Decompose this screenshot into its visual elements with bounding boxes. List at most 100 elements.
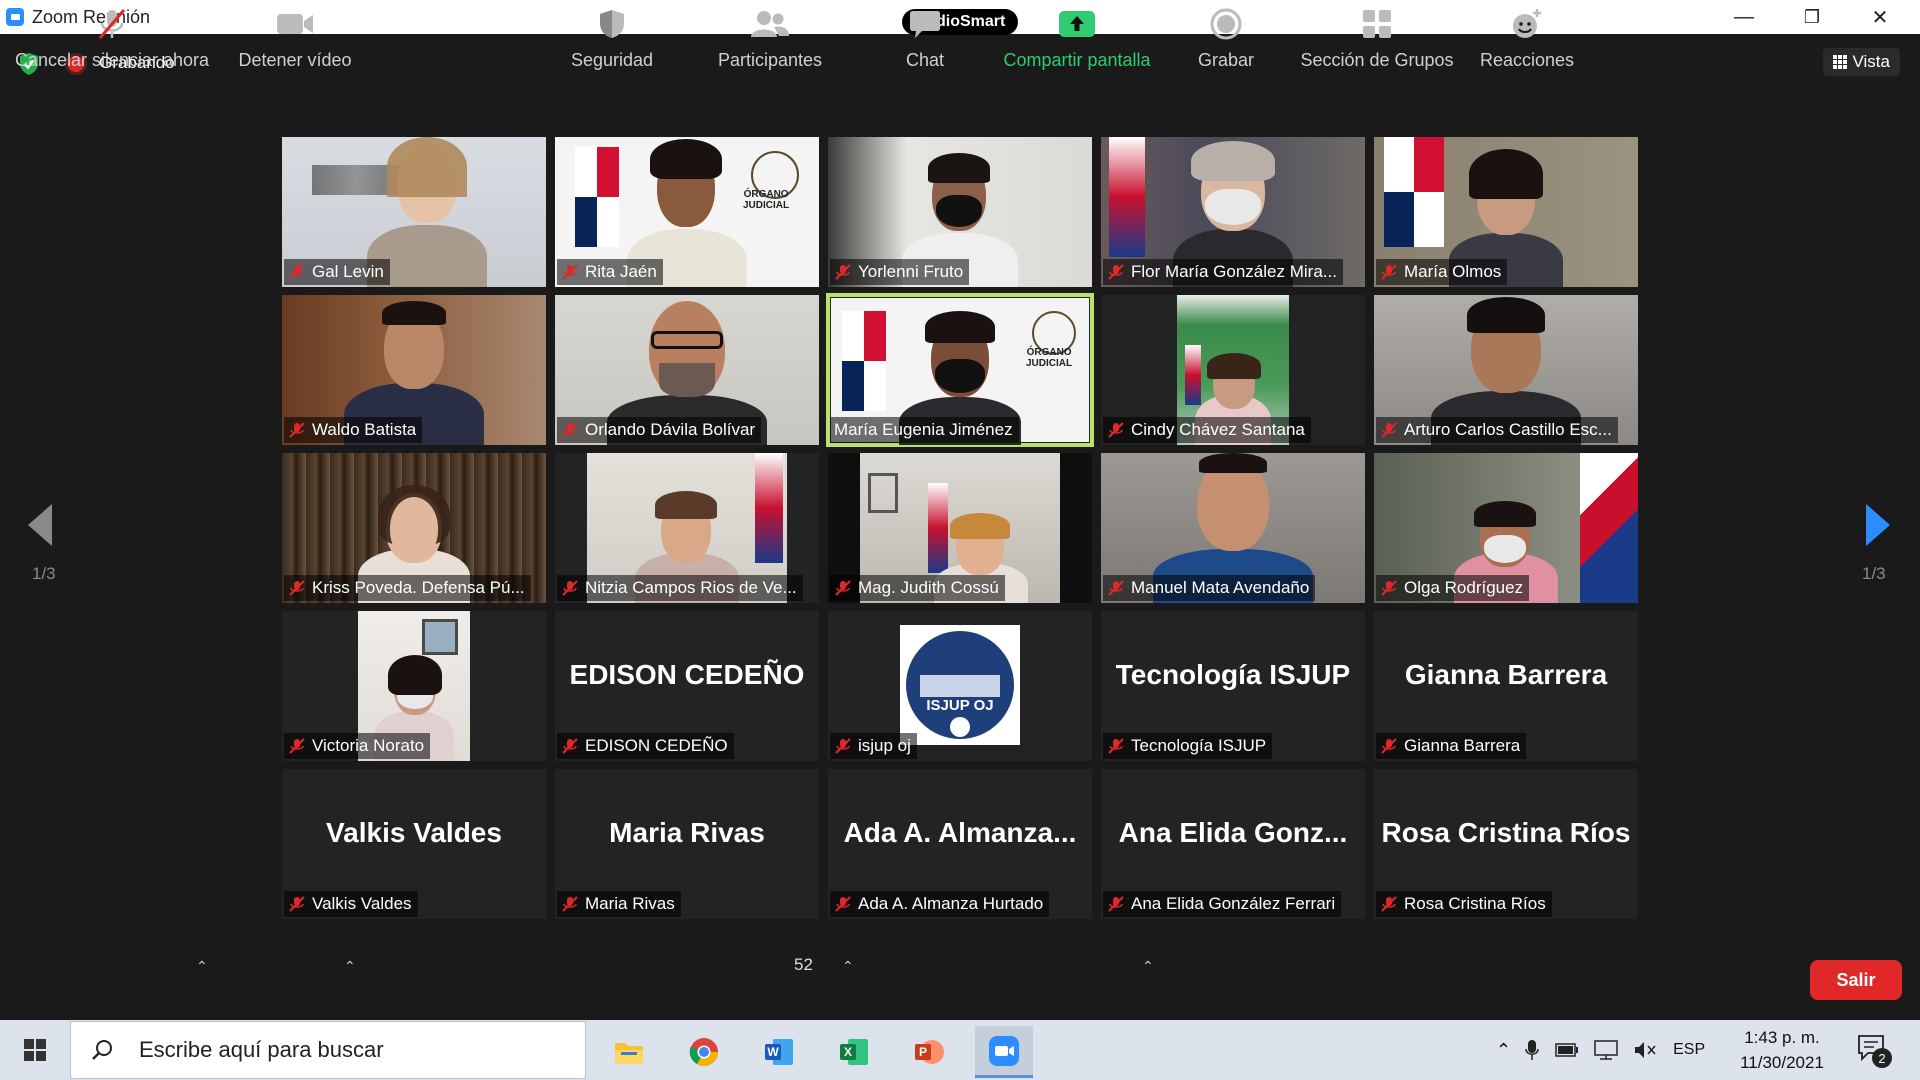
participants-options-chevron-up-icon[interactable]: ⌃ bbox=[842, 958, 854, 975]
share-options-chevron-up-icon[interactable]: ⌃ bbox=[1142, 958, 1154, 975]
audio-options-chevron-up-icon[interactable]: ⌃ bbox=[196, 958, 208, 975]
show-hidden-icons-chevron-up-icon[interactable]: ⌃ bbox=[1496, 1040, 1511, 1061]
participant-display-name: Rosa Cristina Ríos bbox=[1381, 817, 1631, 848]
muted-mic-icon bbox=[835, 264, 851, 280]
taskbar-word[interactable]: W bbox=[750, 1026, 808, 1078]
chrome-icon bbox=[689, 1038, 718, 1066]
video-tile[interactable]: Flor María González Mira... bbox=[1101, 137, 1365, 287]
participant-display-name: Ana Elida Gonz... bbox=[1118, 817, 1348, 848]
leave-meeting-button[interactable]: Salir bbox=[1810, 960, 1902, 1000]
video-tile[interactable]: Orlando Dávila Bolívar bbox=[555, 295, 819, 445]
video-tile[interactable]: Waldo Batista bbox=[282, 295, 546, 445]
muted-mic-icon bbox=[1381, 738, 1397, 754]
video-options-chevron-up-icon[interactable]: ⌃ bbox=[344, 958, 356, 975]
chat-button[interactable]: Chat bbox=[880, 0, 970, 84]
record-label: Grabar bbox=[1197, 50, 1255, 70]
chat-bubble-icon bbox=[910, 11, 940, 38]
participants-button[interactable]: Participantes bbox=[710, 0, 830, 84]
record-button[interactable]: Grabar bbox=[1190, 0, 1262, 84]
unmute-button[interactable]: Cancelar silenciar ahora bbox=[12, 0, 212, 84]
previous-page-arrow-icon[interactable] bbox=[28, 504, 52, 546]
video-tile[interactable]: Manuel Mata Avendaño bbox=[1101, 453, 1365, 603]
video-tile[interactable]: Arturo Carlos Castillo Esc... bbox=[1374, 295, 1638, 445]
notification-center-button[interactable]: 2 bbox=[1856, 1034, 1892, 1068]
close-button[interactable]: ✕ bbox=[1846, 0, 1914, 34]
minimize-button[interactable]: — bbox=[1710, 0, 1778, 34]
breakout-rooms-label: Sección de Grupos bbox=[1300, 50, 1454, 70]
view-button[interactable]: Vista bbox=[1822, 48, 1900, 76]
taskbar-file-explorer[interactable] bbox=[600, 1026, 658, 1078]
participant-name: Orlando Dávila Bolívar bbox=[585, 420, 756, 439]
muted-mic-icon bbox=[562, 422, 578, 438]
isjup-logo-icon: ISJUP OJ bbox=[900, 625, 1020, 745]
clock-date: 11/30/2021 bbox=[1740, 1053, 1824, 1072]
taskbar-clock[interactable]: 1:43 p. m. 11/30/2021 bbox=[1738, 1025, 1826, 1075]
participant-name: EDISON CEDEÑO bbox=[585, 736, 728, 755]
muted-mic-icon bbox=[1108, 422, 1124, 438]
microphone-tray-icon[interactable] bbox=[1525, 1039, 1539, 1061]
reactions-button[interactable]: Reacciones bbox=[1476, 0, 1578, 84]
participants-count: 52 bbox=[794, 955, 813, 974]
participant-name: Arturo Carlos Castillo Esc... bbox=[1404, 420, 1612, 439]
start-button[interactable] bbox=[0, 1020, 70, 1080]
video-tile[interactable]: Yorlenni Fruto bbox=[828, 137, 1092, 287]
video-tile[interactable]: Olga Rodríguez bbox=[1374, 453, 1638, 603]
video-tile[interactable]: Kriss Poveda. Defensa Pú... bbox=[282, 453, 546, 603]
taskbar-powerpoint[interactable]: P bbox=[900, 1026, 958, 1078]
participant-name: isjup oj bbox=[858, 736, 911, 755]
stop-video-label: Detener vídeo bbox=[238, 50, 352, 70]
muted-mic-icon bbox=[289, 580, 305, 596]
volume-muted-icon[interactable] bbox=[1633, 1040, 1657, 1060]
taskbar-search-input[interactable]: Escribe aquí para buscar bbox=[70, 1021, 586, 1079]
participant-name: Gianna Barrera bbox=[1404, 736, 1521, 755]
word-icon: W bbox=[765, 1039, 793, 1065]
video-tile[interactable]: ISJUP OJ isjup oj bbox=[828, 611, 1092, 761]
restore-button[interactable]: ❐ bbox=[1778, 0, 1846, 34]
breakout-rooms-button[interactable]: Sección de Grupos bbox=[1296, 0, 1458, 84]
video-tile[interactable]: Mag. Judith Cossú bbox=[828, 453, 1092, 603]
taskbar-chrome[interactable] bbox=[675, 1026, 733, 1078]
security-button[interactable]: Seguridad bbox=[560, 0, 664, 84]
input-language[interactable]: ESP bbox=[1673, 1041, 1705, 1059]
video-tile[interactable]: Ana Elida Gonz... Ana Elida González Fer… bbox=[1101, 769, 1365, 919]
reactions-smiley-icon bbox=[1513, 9, 1541, 38]
participant-name: Gal Levin bbox=[312, 262, 384, 281]
search-icon bbox=[92, 1040, 112, 1060]
taskbar-zoom[interactable] bbox=[975, 1026, 1033, 1078]
video-tile[interactable]: Nitzia Campos Rios de Ve... bbox=[555, 453, 819, 603]
video-tile[interactable]: Victoria Norato bbox=[282, 611, 546, 761]
next-page-arrow-icon[interactable] bbox=[1866, 504, 1890, 546]
taskbar-excel[interactable]: X bbox=[825, 1026, 883, 1078]
participant-name: Victoria Norato bbox=[312, 736, 425, 755]
battery-icon[interactable] bbox=[1555, 1043, 1579, 1057]
video-tile[interactable]: Tecnología ISJUP Tecnología ISJUP bbox=[1101, 611, 1365, 761]
video-tile[interactable]: Valkis Valdes Valkis Valdes bbox=[282, 769, 546, 919]
muted-mic-icon bbox=[1381, 580, 1397, 596]
video-tile[interactable]: Maria Rivas Maria Rivas bbox=[555, 769, 819, 919]
grid-view-icon bbox=[1832, 55, 1847, 69]
stop-video-button[interactable]: Detener vídeo bbox=[230, 0, 360, 84]
muted-mic-icon bbox=[562, 264, 578, 280]
video-tile[interactable]: Gal Levin bbox=[282, 137, 546, 287]
muted-mic-icon bbox=[289, 738, 305, 754]
video-tile-active-speaker[interactable]: ÓRGANO JUDICIAL María Eugenia Jiménez bbox=[826, 293, 1094, 447]
video-tile[interactable]: Cindy Chávez Santana bbox=[1101, 295, 1365, 445]
svg-text:X: X bbox=[844, 1045, 852, 1059]
video-tile[interactable]: Rosa Cristina Ríos Rosa Cristina Ríos bbox=[1374, 769, 1638, 919]
share-screen-button[interactable]: Compartir pantalla bbox=[988, 0, 1166, 84]
windows-logo-icon bbox=[24, 1039, 46, 1061]
participant-name: Ada A. Almanza Hurtado bbox=[858, 894, 1044, 913]
video-camera-icon bbox=[277, 14, 313, 34]
video-tile[interactable]: Ada A. Almanza... Ada A. Almanza Hurtado bbox=[828, 769, 1092, 919]
participant-display-name: Ada A. Almanza... bbox=[843, 817, 1077, 848]
video-tile[interactable]: Gianna Barrera Gianna Barrera bbox=[1374, 611, 1638, 761]
video-tile[interactable]: María Olmos bbox=[1374, 137, 1638, 287]
security-label: Seguridad bbox=[570, 50, 654, 70]
video-tile[interactable]: EDISON CEDEÑO EDISON CEDEÑO bbox=[555, 611, 819, 761]
network-icon[interactable] bbox=[1593, 1039, 1619, 1061]
video-tile[interactable]: ÓRGANO JUDICIAL Rita Jaén bbox=[555, 137, 819, 287]
muted-mic-icon bbox=[1381, 264, 1397, 280]
system-tray: ⌃ ESP bbox=[1496, 1020, 1705, 1080]
participant-name: Flor María González Mira... bbox=[1131, 262, 1337, 281]
muted-mic-icon bbox=[835, 738, 851, 754]
